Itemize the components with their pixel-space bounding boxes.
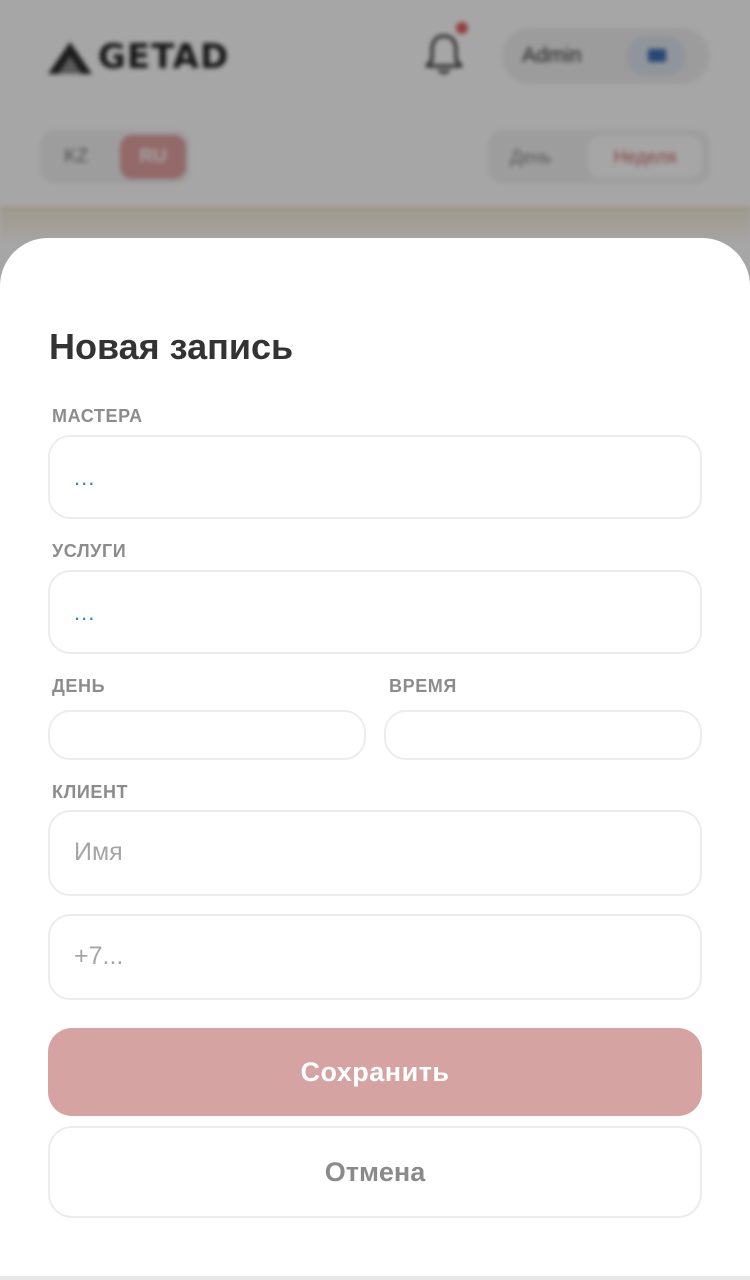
sheet-title: Новая запись <box>49 326 294 367</box>
day-label: ДЕНЬ <box>52 676 106 696</box>
services-value: ... <box>74 600 96 625</box>
save-button[interactable]: Сохранить <box>48 1028 702 1116</box>
day-input[interactable] <box>48 710 366 760</box>
client-phone-input[interactable]: +7... <box>48 914 702 1000</box>
services-select[interactable]: ... <box>48 570 702 654</box>
time-label: ВРЕМЯ <box>389 676 457 696</box>
client-label: КЛИЕНТ <box>52 782 129 802</box>
time-input[interactable] <box>384 710 702 760</box>
cancel-button[interactable]: Отмена <box>48 1126 702 1218</box>
client-name-input[interactable]: Имя <box>48 810 702 896</box>
new-appointment-sheet: Новая запись МАСТЕРА ... УСЛУГИ ... ДЕНЬ… <box>0 238 750 1280</box>
services-label: УСЛУГИ <box>52 541 127 561</box>
client-name-placeholder: Имя <box>74 838 123 866</box>
bottom-divider <box>0 1276 750 1280</box>
masters-value: ... <box>74 465 96 490</box>
masters-label: МАСТЕРА <box>52 406 143 426</box>
masters-select[interactable]: ... <box>48 435 702 519</box>
client-phone-placeholder: +7... <box>74 942 124 970</box>
